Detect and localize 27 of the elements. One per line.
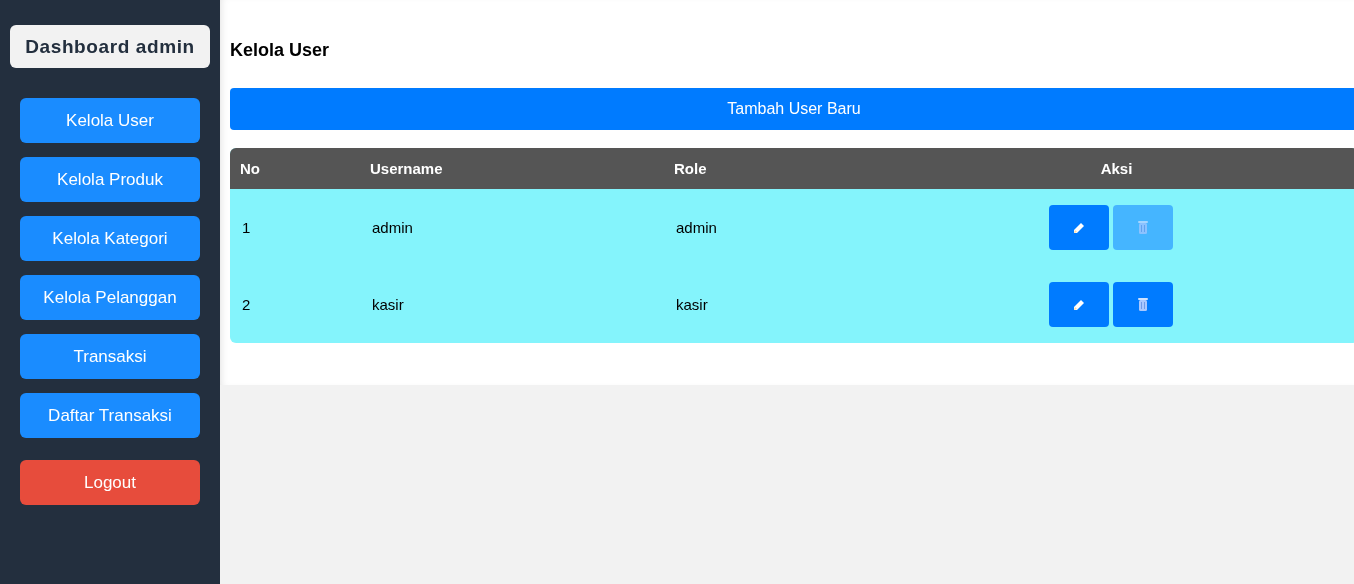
edit-button[interactable] (1048, 205, 1109, 250)
column-header: Username (369, 160, 444, 177)
dashboard-title: Dashboard admin (10, 25, 210, 68)
nav-button[interactable]: Kelola Pelanggan (20, 275, 200, 320)
nav-button[interactable]: Kelola User (20, 98, 200, 143)
table-cell-text: kasir (371, 296, 405, 313)
nav-button[interactable]: Kelola Produk (20, 157, 200, 202)
nav-button[interactable]: Daftar Transaksi (20, 393, 200, 438)
column-header: No (239, 160, 261, 177)
nav-button[interactable]: Transaksi (20, 334, 200, 379)
pencil-icon (1071, 297, 1086, 312)
nav-button[interactable]: Kelola Kategori (20, 216, 200, 261)
trash-icon (1137, 298, 1148, 311)
column-header: Aksi (1099, 160, 1134, 177)
pencil-icon (1071, 220, 1086, 235)
logout-button[interactable]: Logout (20, 460, 200, 505)
column-header: Role (673, 160, 708, 177)
table-cell-text: kasir (675, 296, 709, 313)
table-cell-text: 2 (241, 296, 252, 313)
table-cell-text: admin (371, 219, 414, 236)
trash-icon (1137, 221, 1148, 234)
edit-button[interactable] (1048, 282, 1109, 327)
page-title: Kelola User (230, 39, 331, 62)
table-cell-text: admin (675, 219, 718, 236)
table-cell-text: 1 (241, 219, 252, 236)
add-user-button[interactable]: Tambah User Baru (230, 88, 1354, 130)
delete-button[interactable] (1112, 282, 1173, 327)
